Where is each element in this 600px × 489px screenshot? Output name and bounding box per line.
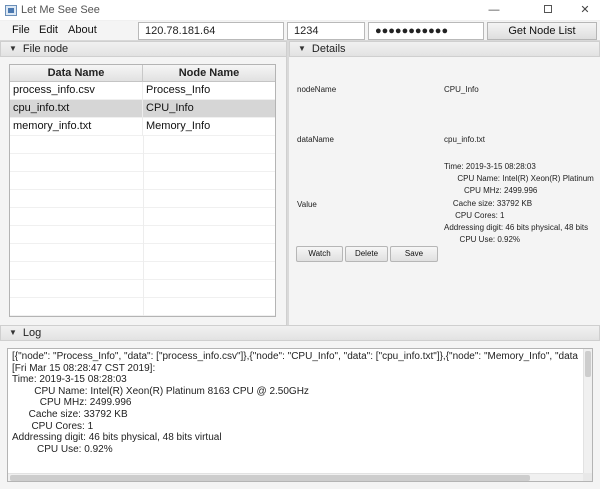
empty-table-row [10,208,275,226]
title-bar: Let Me See See — ✕ [0,0,600,21]
cell-data-name: process_info.csv [10,82,143,100]
table-row-selected[interactable]: cpu_info.txt CPU_Info [10,100,275,118]
maximize-button[interactable] [534,2,562,18]
close-button[interactable]: ✕ [571,2,599,18]
empty-table-row [10,190,275,208]
log-textarea[interactable]: [{"node": "Process_Info", "data": ["proc… [7,348,593,482]
maximize-icon [544,5,552,13]
scroll-thumb[interactable] [585,351,591,377]
log-pane: [{"node": "Process_Info", "data": ["proc… [0,341,600,489]
minimize-button[interactable]: — [480,2,508,18]
column-header-data-name[interactable]: Data Name [10,65,143,82]
triangle-down-icon: ▼ [9,328,17,337]
host-input[interactable]: 120.78.181.64 [138,22,284,40]
empty-table-row [10,154,275,172]
toolbar: File Edit About 120.78.181.64 1234 ●●●●●… [0,21,600,41]
column-header-node-name[interactable]: Node Name [143,65,275,82]
value-label: Value [297,200,317,209]
value-text: Time: 2019-3-15 08:28:03 CPU Name: Intel… [444,162,594,245]
empty-table-row [10,298,275,316]
password-input[interactable]: ●●●●●●●●●●● [368,22,484,40]
window-title: Let Me See See [21,4,100,16]
triangle-down-icon: ▼ [9,44,17,53]
port-input[interactable]: 1234 [287,22,365,40]
empty-table-row [10,262,275,280]
cell-node-name: Process_Info [146,84,211,96]
details-pane: nodeName CPU_Info dataName cpu_info.txt … [289,57,600,325]
scroll-thumb[interactable] [10,475,530,481]
file-node-pane-header[interactable]: ▼ File node [0,41,287,57]
empty-table-row [10,172,275,190]
file-node-title: File node [22,43,69,55]
log-vertical-scrollbar[interactable] [583,349,592,474]
log-pane-header[interactable]: ▼ Log [0,325,600,341]
get-node-list-button[interactable]: Get Node List [487,22,597,40]
table-row[interactable]: process_info.csv Process_Info [10,82,275,100]
log-horizontal-scrollbar[interactable] [8,473,583,481]
data-name-value: cpu_info.txt [444,135,485,144]
empty-table-row [10,244,275,262]
scrollbar-corner [583,473,592,481]
save-button[interactable]: Save [390,246,438,262]
file-node-pane: Data Name Node Name process_info.csv Pro… [0,57,287,325]
app-window-icon [5,5,17,16]
watch-button[interactable]: Watch [296,246,343,262]
table-row[interactable]: memory_info.txt Memory_Info [10,118,275,136]
empty-table-row [10,226,275,244]
data-name-label: dataName [297,135,334,144]
menu-edit[interactable]: Edit [39,24,58,36]
empty-table-row [10,136,275,154]
file-node-table: Data Name Node Name process_info.csv Pro… [9,64,276,317]
node-name-label: nodeName [297,85,337,94]
cell-node-name: CPU_Info [146,102,194,114]
log-title: Log [22,327,42,339]
cell-data-name: memory_info.txt [10,118,143,136]
details-title: Details [311,43,346,55]
empty-table-row [10,280,275,298]
log-text: [{"node": "Process_Info", "data": ["proc… [12,351,578,455]
triangle-down-icon: ▼ [298,44,306,53]
menu-file[interactable]: File [12,24,30,36]
details-pane-header[interactable]: ▼ Details [289,41,600,57]
cell-node-name: Memory_Info [146,120,211,132]
cell-data-name: cpu_info.txt [10,100,143,118]
delete-button[interactable]: Delete [345,246,388,262]
node-name-value: CPU_Info [444,85,479,94]
menu-about[interactable]: About [68,24,97,36]
table-header: Data Name Node Name [10,65,275,82]
